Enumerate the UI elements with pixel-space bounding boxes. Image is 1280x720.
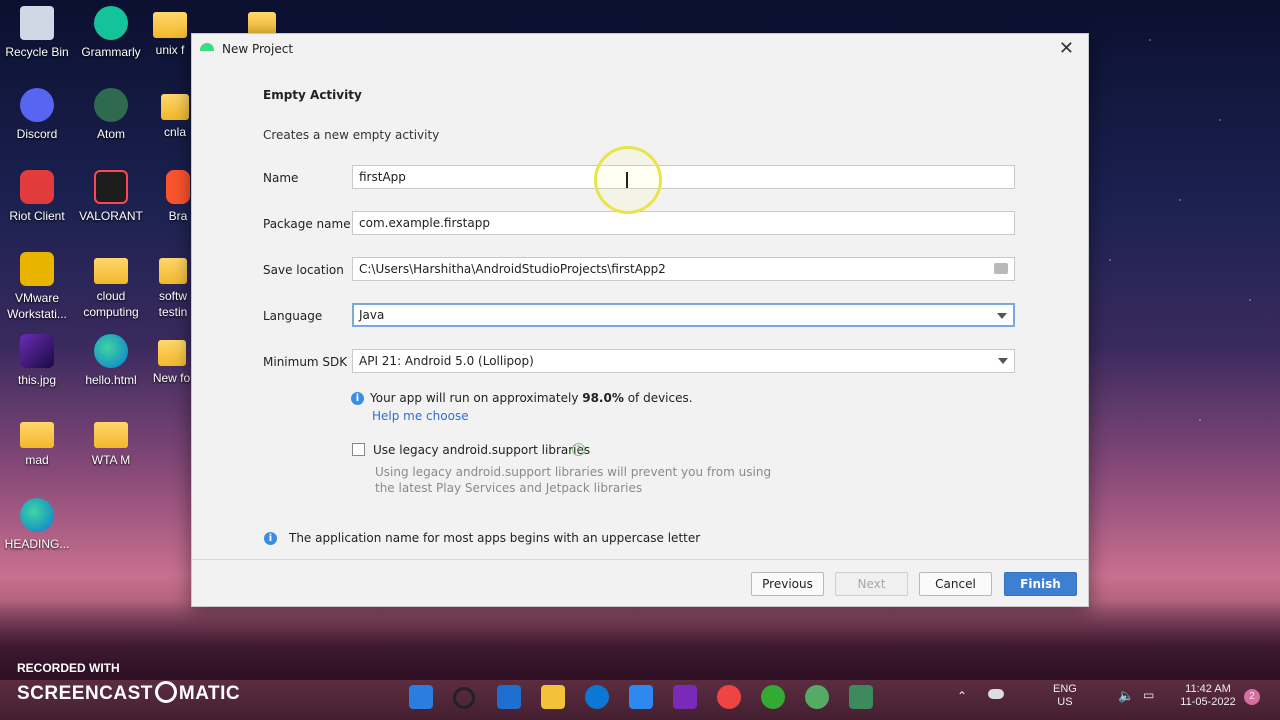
help-icon[interactable]: ? bbox=[572, 443, 585, 456]
minimum-sdk-select[interactable]: API 21: Android 5.0 (Lollipop) bbox=[352, 349, 1015, 373]
mail-icon[interactable] bbox=[629, 685, 653, 709]
next-button[interactable]: Next bbox=[835, 572, 908, 596]
desktop-icon-vmware[interactable]: VMware Workstati... bbox=[1, 252, 73, 322]
valorant-icon bbox=[94, 170, 128, 204]
package-name-label: Package name bbox=[263, 217, 351, 231]
edge-icon bbox=[94, 334, 128, 368]
language-label: Language bbox=[263, 309, 323, 323]
info-icon: i bbox=[351, 392, 364, 405]
sdk-coverage-text: Your app will run on approximately 98.0%… bbox=[370, 391, 693, 405]
clock[interactable]: 11:42 AM 11-05-2022 bbox=[1176, 683, 1240, 709]
app-icon[interactable] bbox=[805, 685, 829, 709]
package-name-field[interactable]: com.example.firstapp bbox=[352, 211, 1015, 235]
name-label: Name bbox=[263, 171, 299, 185]
cloud-icon[interactable] bbox=[988, 689, 1004, 699]
chevron-down-icon bbox=[997, 313, 1007, 319]
watermark-recorded-with: RECORDED WITH bbox=[17, 661, 120, 675]
name-field[interactable]: firstApp bbox=[352, 165, 1015, 189]
legacy-note-line1: Using legacy android.support libraries w… bbox=[375, 465, 772, 479]
desktop-icon-unix[interactable]: unix f bbox=[150, 6, 190, 58]
dialog-titlebar: New Project ✕ bbox=[192, 34, 1088, 64]
legacy-support-checkbox[interactable] bbox=[352, 443, 365, 456]
riot-client-icon bbox=[20, 170, 54, 204]
desktop-icon-software-testing[interactable]: softw testin bbox=[155, 252, 191, 320]
folder-icon bbox=[94, 258, 128, 284]
speaker-icon[interactable]: 🔈 bbox=[1118, 689, 1134, 702]
desktop-icon-riot-client[interactable]: Riot Client bbox=[1, 170, 73, 224]
finish-button[interactable]: Finish bbox=[1004, 572, 1077, 596]
quora-icon[interactable] bbox=[673, 685, 697, 709]
search-icon[interactable] bbox=[453, 687, 475, 709]
image-file-icon bbox=[20, 334, 54, 368]
minimum-sdk-label: Minimum SDK bbox=[263, 355, 348, 369]
brave-icon bbox=[166, 170, 190, 204]
previous-button[interactable]: Previous bbox=[751, 572, 824, 596]
dialog-footer: Previous Next Cancel Finish bbox=[192, 559, 1088, 606]
edge-icon bbox=[20, 498, 54, 532]
desktop-icon-mad[interactable]: mad bbox=[1, 416, 73, 468]
desktop-icon-discord[interactable]: Discord bbox=[1, 88, 73, 142]
store-icon[interactable] bbox=[497, 685, 521, 709]
legacy-note-line2: the latest Play Services and Jetpack lib… bbox=[375, 481, 643, 495]
desktop-icon-grammarly[interactable]: Grammarly bbox=[75, 6, 147, 60]
folder-icon bbox=[94, 422, 128, 448]
save-location-label: Save location bbox=[263, 263, 344, 277]
watermark-brand: SCREENCAST MATIC bbox=[17, 681, 241, 704]
atom-icon bbox=[94, 88, 128, 122]
help-me-choose-link[interactable]: Help me choose bbox=[372, 409, 469, 423]
edge-icon[interactable] bbox=[585, 685, 609, 709]
notification-badge[interactable]: 2 bbox=[1244, 689, 1260, 705]
discord-icon bbox=[20, 88, 54, 122]
android-icon bbox=[200, 43, 214, 51]
dialog-title: New Project bbox=[222, 42, 294, 56]
cancel-button[interactable]: Cancel bbox=[919, 572, 992, 596]
desktop-icon-wta-m[interactable]: WTA M bbox=[75, 416, 147, 468]
chevron-up-icon[interactable]: ⌃ bbox=[957, 690, 967, 703]
recycle-bin-icon bbox=[20, 6, 54, 40]
desktop-icon-heading[interactable]: HEADING... bbox=[1, 498, 73, 552]
desktop-icon-atom[interactable]: Atom bbox=[75, 88, 147, 142]
chrome-icon[interactable] bbox=[717, 685, 741, 709]
desktop-icon-recycle-bin[interactable]: Recycle Bin bbox=[1, 6, 73, 60]
app-name-hint: The application name for most apps begin… bbox=[289, 531, 701, 545]
browse-folder-icon[interactable] bbox=[994, 263, 1008, 274]
template-heading: Empty Activity bbox=[263, 88, 362, 102]
screencast-logo-icon bbox=[154, 681, 177, 703]
wallpaper-landscape bbox=[0, 600, 1280, 680]
desktop-icon-brave[interactable]: Bra bbox=[165, 170, 191, 224]
vmware-icon bbox=[20, 252, 54, 286]
android-studio-icon[interactable] bbox=[849, 685, 873, 709]
folder-icon bbox=[20, 422, 54, 448]
desktop-icon-cnla[interactable]: cnla bbox=[160, 88, 190, 140]
desktop-icon-valorant[interactable]: VALORANT bbox=[75, 170, 147, 224]
save-location-field[interactable]: C:\Users\Harshitha\AndroidStudioProjects… bbox=[352, 257, 1015, 281]
template-description: Creates a new empty activity bbox=[263, 128, 440, 142]
battery-icon[interactable]: ▭ bbox=[1143, 689, 1154, 702]
file-explorer-icon[interactable] bbox=[541, 685, 565, 709]
folder-icon bbox=[157, 340, 186, 366]
grammarly-icon bbox=[94, 6, 128, 40]
folder-icon bbox=[159, 258, 187, 284]
folder-icon bbox=[161, 94, 189, 120]
desktop-icon-hello-html[interactable]: hello.html bbox=[75, 334, 147, 388]
text-cursor-icon bbox=[626, 172, 628, 188]
info-icon: i bbox=[264, 532, 277, 545]
language-indicator[interactable]: ENG US bbox=[1053, 683, 1077, 709]
desktop-icon-new-folder[interactable]: New fo bbox=[152, 334, 191, 386]
folder-icon bbox=[153, 12, 187, 38]
close-icon[interactable]: ✕ bbox=[1059, 38, 1074, 59]
chevron-down-icon bbox=[998, 358, 1008, 364]
legacy-support-label[interactable]: Use legacy android.support libraries bbox=[373, 443, 590, 457]
language-select[interactable]: Java bbox=[352, 303, 1015, 327]
desktop-icon-cloud-computing[interactable]: cloud computing bbox=[75, 252, 147, 320]
start-icon[interactable] bbox=[409, 685, 433, 709]
chrome-profile-icon[interactable] bbox=[761, 685, 785, 709]
new-project-dialog: New Project ✕ Empty Activity Creates a n… bbox=[191, 33, 1089, 607]
desktop-icon-this-jpg[interactable]: this.jpg bbox=[1, 334, 73, 388]
